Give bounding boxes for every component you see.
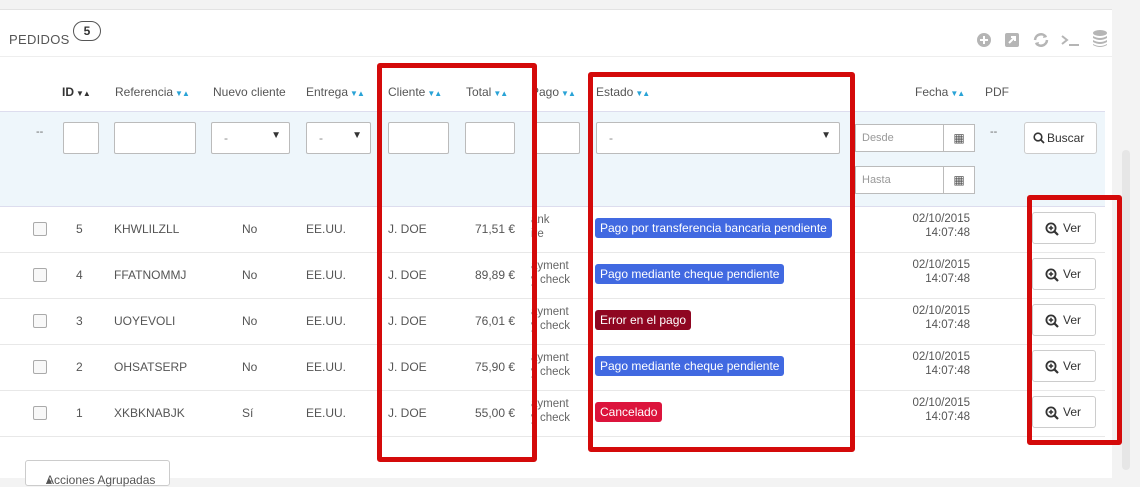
sort-icon[interactable]: ▼▲ bbox=[175, 89, 190, 98]
search-button[interactable]: Buscar bbox=[1024, 122, 1097, 154]
cell-id: 1 bbox=[76, 406, 83, 420]
add-icon[interactable] bbox=[976, 32, 992, 48]
row-checkbox[interactable] bbox=[33, 268, 47, 282]
cell-pago: ayment y check bbox=[531, 260, 570, 286]
column-header-referencia[interactable]: Referencia ▼▲ bbox=[115, 85, 190, 99]
filter-fecha-desde[interactable]: Desde ▦ bbox=[855, 124, 975, 152]
cell-fecha: 02/10/2015 14:07:48 bbox=[912, 259, 970, 285]
filter-pago-input[interactable] bbox=[533, 122, 580, 154]
cell-fecha: 02/10/2015 14:07:48 bbox=[912, 351, 970, 377]
cell-id: 3 bbox=[76, 314, 83, 328]
column-header-fecha[interactable]: Fecha ▼▲ bbox=[915, 85, 965, 99]
caret-down-icon: ▼ bbox=[352, 130, 362, 141]
cell-referencia: OHSATSERP bbox=[114, 360, 188, 374]
database-icon[interactable] bbox=[1092, 29, 1108, 47]
cell-id: 4 bbox=[76, 268, 83, 282]
cell-pago: ank ire bbox=[531, 214, 550, 240]
cell-nuevo-cliente: No bbox=[242, 268, 258, 282]
column-header-pago[interactable]: Pago ▼▲ bbox=[531, 85, 584, 99]
sort-icon[interactable]: ▼▲ bbox=[950, 89, 965, 98]
cell-nuevo-cliente: No bbox=[242, 314, 258, 328]
filter-id-input[interactable] bbox=[63, 122, 99, 154]
table-row[interactable]: 2 OHSATSERP No EE.UU. J. DOE 75,90 € ayment y … bbox=[0, 344, 1105, 391]
filter-pdf-dash: -- bbox=[990, 126, 998, 138]
cell-id: 5 bbox=[76, 222, 83, 236]
filter-dash: -- bbox=[36, 126, 44, 138]
sort-icon[interactable]: ▼▲ bbox=[76, 89, 91, 98]
cell-fecha: 02/10/2015 14:07:48 bbox=[912, 397, 970, 423]
highlight-box-ver bbox=[1027, 195, 1122, 445]
highlight-box-estado bbox=[588, 72, 855, 452]
table-row[interactable]: 5 KHWLILZLL No EE.UU. J. DOE 71,51 € ank ire Pa… bbox=[0, 206, 1105, 253]
cell-entrega: EE.UU. bbox=[306, 222, 347, 236]
highlight-box-cliente-total bbox=[377, 63, 537, 462]
table-row[interactable]: 4 FFATNOMMJ No EE.UU. J. DOE 89,89 € ayment y … bbox=[0, 252, 1105, 299]
table-row[interactable]: 1 XKBKNABJK Sí EE.UU. J. DOE 55,00 € ayment y … bbox=[0, 390, 1105, 437]
cell-entrega: EE.UU. bbox=[306, 360, 347, 374]
cell-nuevo-cliente: Sí bbox=[242, 406, 254, 420]
sort-icon[interactable]: ▼▲ bbox=[350, 89, 365, 98]
cell-fecha: 02/10/2015 14:07:48 bbox=[912, 213, 970, 239]
cell-entrega: EE.UU. bbox=[306, 314, 347, 328]
order-count-badge: 5 bbox=[73, 21, 101, 41]
sql-icon[interactable] bbox=[1060, 32, 1079, 48]
cell-entrega: EE.UU. bbox=[306, 406, 347, 420]
cell-pago: ayment y check bbox=[531, 352, 570, 378]
cell-fecha: 02/10/2015 14:07:48 bbox=[912, 305, 970, 331]
bulk-actions-button[interactable]: Acciones Agrupadas ▴ bbox=[25, 460, 170, 487]
cell-nuevo-cliente: No bbox=[242, 222, 258, 236]
caret-down-icon: ▴ bbox=[46, 473, 53, 487]
caret-down-icon: ▼ bbox=[271, 130, 281, 141]
sort-icon[interactable]: ▼▲ bbox=[561, 89, 576, 98]
page-title: PEDIDOS bbox=[9, 32, 70, 47]
cell-pago: ayment y check bbox=[531, 306, 570, 332]
table-row[interactable]: 3 UOYEVOLI No EE.UU. J. DOE 76,01 € ayment y c… bbox=[0, 298, 1105, 345]
filter-fecha-hasta[interactable]: Hasta ▦ bbox=[855, 166, 975, 194]
column-header-nuevo-cliente: Nuevo cliente bbox=[213, 85, 286, 99]
top-strip bbox=[0, 0, 1140, 9]
cell-referencia: UOYEVOLI bbox=[114, 314, 176, 328]
calendar-icon[interactable]: ▦ bbox=[943, 167, 974, 193]
filter-nuevo-cliente-select[interactable]: - ▼ bbox=[211, 122, 290, 154]
column-header-entrega[interactable]: Entrega ▼▲ bbox=[306, 85, 365, 99]
column-header-id[interactable]: ID ▼▲ bbox=[62, 85, 91, 99]
filter-entrega-select[interactable]: - ▼ bbox=[306, 122, 371, 154]
refresh-icon[interactable] bbox=[1032, 32, 1049, 48]
row-checkbox[interactable] bbox=[33, 360, 47, 374]
cell-entrega: EE.UU. bbox=[306, 268, 347, 282]
cell-referencia: FFATNOMMJ bbox=[114, 268, 187, 282]
scrollbar-thumb[interactable] bbox=[1122, 150, 1130, 470]
export-icon[interactable] bbox=[1004, 32, 1020, 48]
row-checkbox[interactable] bbox=[33, 314, 47, 328]
column-header-pdf: PDF bbox=[985, 85, 1009, 99]
cell-referencia: KHWLILZLL bbox=[114, 222, 180, 236]
filter-referencia-input[interactable] bbox=[114, 122, 196, 154]
row-checkbox[interactable] bbox=[33, 406, 47, 420]
search-icon bbox=[1033, 132, 1045, 144]
cell-pago: ayment y check bbox=[531, 398, 570, 424]
cell-nuevo-cliente: No bbox=[242, 360, 258, 374]
row-checkbox[interactable] bbox=[33, 222, 47, 236]
cell-referencia: XKBKNABJK bbox=[114, 406, 185, 420]
cell-id: 2 bbox=[76, 360, 83, 374]
calendar-icon[interactable]: ▦ bbox=[943, 125, 974, 151]
panel-header: PEDIDOS bbox=[0, 9, 1112, 57]
